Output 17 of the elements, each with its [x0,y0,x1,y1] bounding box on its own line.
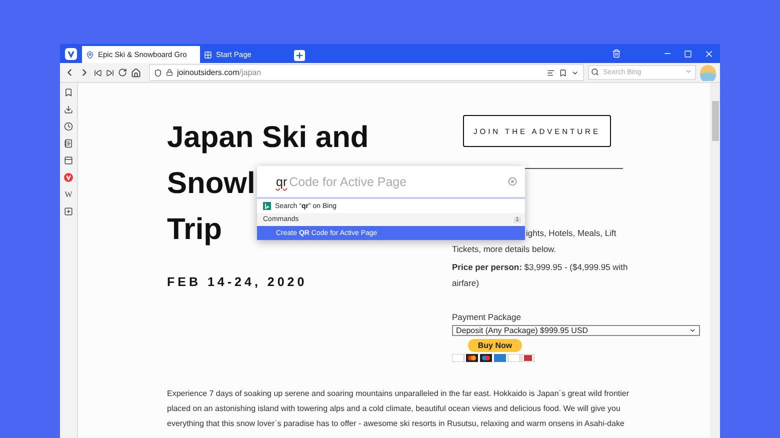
page-title-line: Japan Ski and [167,120,369,156]
wikipedia-icon[interactable]: W [64,190,72,199]
payment-label: Payment Package [452,311,521,324]
price-text: airfare) [452,277,479,290]
price-text: Price per person: $3,999.95 - ($4,999.95 with [452,261,628,274]
includes-text: ights, Hotels, Meals, Lift [526,227,616,240]
address-field[interactable]: joinoutsiders.com/japan [149,64,584,81]
quick-command-field[interactable]: qr Code for Active Page [257,166,525,199]
includes-text: Tickets, more details below. [452,243,556,256]
payment-select[interactable]: Deposit (Any Package) $999.95 USD [452,325,700,336]
buy-now-button[interactable]: Buy Now [468,339,522,352]
description-paragraph: Experience 7 days of soaking up serene and soaring mountains unparalleled in the far east. Hokkaido is Japan´s great wild frontier placed on an astonishing island with towering alps and a cold climate, beautiful ocean views and delicious food. We will give you everything that this snow lover´s paradise has to offer - awesome ski resorts in Rusutsu, relaxing and warm onsens in Asahi-dake [167,388,630,430]
page-title-line: Trip [167,212,222,248]
url-path: /japan [239,68,262,77]
url-host: joinoutsiders.com [177,68,240,77]
trip-dates: FEB 14-24, 2020 [167,275,308,289]
page-title-line: Snowl [167,166,256,202]
